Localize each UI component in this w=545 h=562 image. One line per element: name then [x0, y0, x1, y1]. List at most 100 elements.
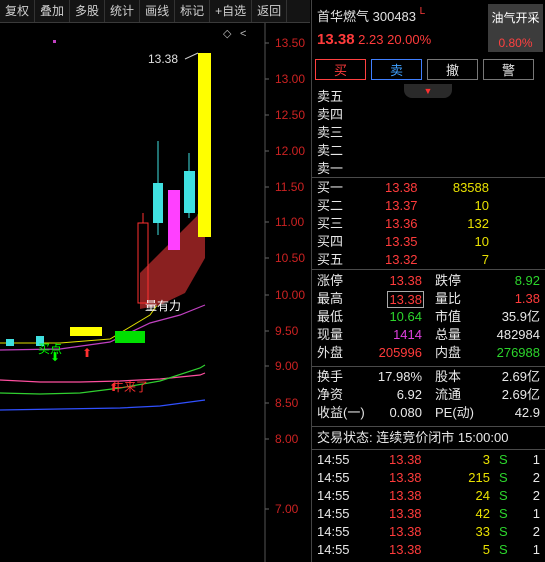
current-price: 13.38 — [317, 31, 355, 48]
stat-value: 10.64 — [389, 309, 422, 324]
stat-label: 最高 — [317, 291, 344, 306]
sell-level: 卖五 — [312, 88, 545, 106]
buy-volume: 83588 — [452, 180, 489, 195]
toolbar-multi-stock-button[interactable]: 多股 — [70, 0, 106, 22]
buy-level: 买一 13.38 83588 — [312, 179, 545, 197]
down-arrow-icon: ⬇ — [50, 350, 60, 364]
sell-level: 卖四 — [312, 106, 545, 124]
cancel-button[interactable]: 撤 — [427, 59, 478, 80]
sell-label: 卖四 — [317, 107, 344, 122]
stat-label: 量比 — [435, 291, 462, 306]
trade-time: 14:55 — [317, 542, 350, 557]
trade-time: 14:55 — [317, 524, 350, 539]
trade-side: S — [499, 470, 508, 485]
stat-label: 内盘 — [435, 345, 462, 360]
trade-volume: 33 — [475, 524, 490, 539]
trade-volume: 215 — [468, 470, 490, 485]
trade-volume: 3 — [482, 452, 490, 467]
stat-label: 最低 — [317, 309, 344, 324]
trade-count: 2 — [532, 524, 540, 539]
diamond-icon[interactable]: ◇ — [223, 28, 232, 40]
signal-box — [115, 331, 145, 343]
trade-time: 14:55 — [317, 488, 350, 503]
sell-label: 卖一 — [317, 161, 344, 176]
stock-header: 首华燃气 300483 L 13.38 2.23 20.00% 油气开采 0.8… — [312, 0, 545, 55]
sector-pct: 0.80% — [498, 36, 533, 50]
trade-price: 13.38 — [389, 488, 422, 503]
toolbar-draw-button[interactable]: 画线 — [140, 0, 176, 22]
y-label: 10.50 — [275, 251, 305, 265]
trade-count: 2 — [532, 470, 540, 485]
trade-actions: 买 卖 撤 警 — [315, 59, 534, 80]
toolbar-stats-button[interactable]: 统计 — [105, 0, 141, 22]
toolbar-back-button[interactable]: 返回 — [252, 0, 288, 22]
alert-button[interactable]: 警 — [483, 59, 534, 80]
trade-time: 14:55 — [317, 452, 350, 467]
buy-level: 买三 13.36 132 — [312, 215, 545, 233]
trade-side: S — [499, 452, 508, 467]
stat-row: 换手 17.98% 股本 2.69亿 — [312, 368, 545, 386]
trade-status-text: 交易状态: 连续竞价闭市 15:00:00 — [317, 430, 509, 445]
buy-label: 买一 — [317, 180, 344, 195]
stat-label: 市值 — [435, 309, 462, 324]
kline-chart[interactable]: 13.50 13.00 12.50 12.00 11.50 11.00 10.5… — [0, 23, 310, 562]
high-price-label: 13.38 — [148, 52, 178, 66]
trade-price: 13.38 — [389, 452, 422, 467]
trade-count: 1 — [532, 542, 540, 557]
candle — [70, 327, 102, 336]
toolbar-fuquan-button[interactable]: 复权 — [0, 0, 36, 22]
y-label: 8.50 — [275, 396, 299, 410]
trade-row: 14:55 13.38 24 S 2 — [312, 487, 545, 505]
toolbar-overlay-button[interactable]: 叠加 — [35, 0, 71, 22]
buy-button[interactable]: 买 — [315, 59, 366, 80]
stat-label: 现量 — [317, 327, 344, 342]
trade-price: 13.38 — [389, 470, 422, 485]
stat-row: 最低 10.64 市值 35.9亿 — [312, 308, 545, 326]
sector-box[interactable]: 油气开采 0.80% — [488, 4, 543, 52]
stat-value: 42.9 — [514, 405, 540, 420]
trade-time: 14:55 — [317, 470, 350, 485]
stock-name: 首华燃气 300483 L — [317, 6, 425, 25]
stock-name-text: 首华燃气 — [317, 9, 370, 24]
sell-label: 卖二 — [317, 143, 344, 158]
trade-volume: 24 — [475, 488, 490, 503]
collapse-icon[interactable]: < — [240, 28, 246, 40]
stat-value: 205996 — [378, 345, 422, 360]
candle — [6, 339, 14, 346]
toolbar-mark-button[interactable]: 标记 — [175, 0, 211, 22]
sell-label: 卖五 — [317, 89, 344, 104]
trade-row: 14:55 13.38 42 S 1 — [312, 505, 545, 523]
stat-value: 0.080 — [389, 405, 422, 420]
trade-count: 1 — [532, 506, 540, 521]
ma-line-pink — [0, 372, 206, 383]
stat-row: 现量 1414 总量 482984 — [312, 326, 545, 344]
trade-side: S — [499, 506, 508, 521]
buy-label: 买三 — [317, 216, 344, 231]
stat-value: 13.38 — [389, 273, 422, 288]
candle-limit-up — [198, 53, 211, 237]
ma-line-blue — [0, 399, 206, 411]
stat-value: 17.98% — [377, 369, 422, 384]
y-label: 10.00 — [275, 288, 305, 302]
buy-price: 13.38 — [385, 180, 418, 195]
ma-line-green — [0, 364, 206, 395]
up-arrow-icon: ⬆ — [82, 346, 92, 360]
stat-label: 净资 — [317, 387, 344, 402]
toolbar-add-watchlist-button[interactable]: +自选 — [210, 0, 253, 22]
stat-label: 涨停 — [317, 273, 344, 288]
stat-row: 收益(一) 0.080 PE(动) 42.9 — [312, 404, 545, 422]
buy-label: 买四 — [317, 234, 344, 249]
stat-label: 跌停 — [435, 273, 462, 288]
stat-value: 6.92 — [396, 387, 422, 402]
stat-label: 外盘 — [317, 345, 344, 360]
y-label: 7.00 — [275, 502, 299, 516]
stat-label: 换手 — [317, 369, 344, 384]
buy-price: 13.32 — [385, 252, 418, 267]
trade-count: 2 — [532, 488, 540, 503]
sell-level: 卖一 — [312, 160, 545, 178]
trade-time: 14:55 — [317, 506, 350, 521]
sell-button[interactable]: 卖 — [371, 59, 422, 80]
trade-side: S — [499, 488, 508, 503]
sell-level: 卖二 — [312, 142, 545, 160]
stat-value: 276988 — [496, 345, 540, 360]
